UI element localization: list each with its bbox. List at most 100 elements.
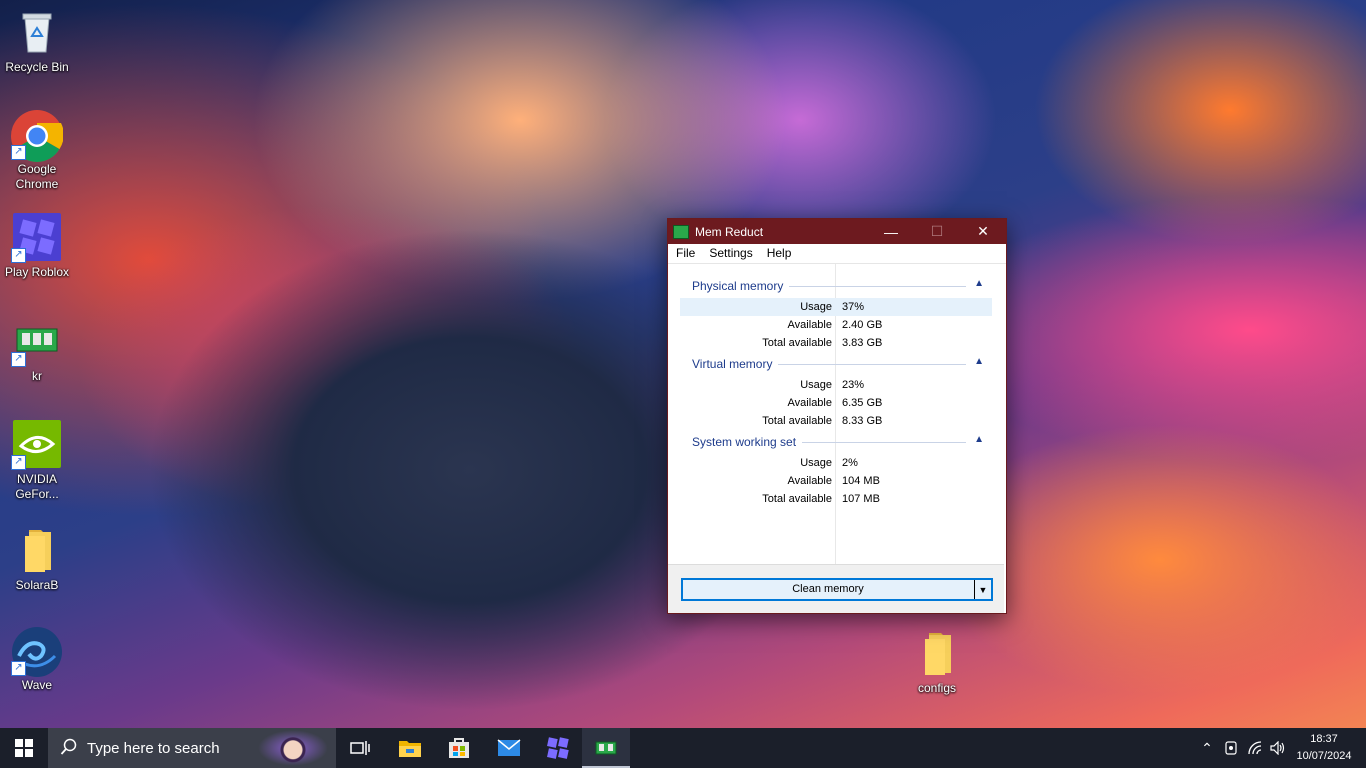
shortcut-arrow-icon: ↗ (11, 145, 26, 160)
folder-icon (913, 629, 961, 677)
row-key: Total available (762, 337, 832, 349)
roblox-icon: ↗ (11, 213, 61, 263)
group-header: System working set (692, 435, 803, 449)
menu-settings[interactable]: Settings (701, 244, 758, 263)
minimize-button[interactable]: — (868, 219, 914, 244)
desktop-icon-configs[interactable]: configs (902, 629, 972, 696)
clean-memory-button[interactable]: Clean memory ▼ (681, 578, 993, 601)
roblox-icon (547, 737, 569, 759)
row-value: 107 MB (842, 493, 880, 505)
shortcut-arrow-icon: ↗ (11, 455, 26, 470)
taskbar-mail[interactable] (485, 728, 533, 768)
menu-bar: File Settings Help (668, 244, 1006, 264)
recycle-bin-icon (13, 8, 61, 56)
desktop-icon-label: Play Roblox (4, 265, 70, 279)
shortcut-arrow-icon: ↗ (11, 661, 26, 676)
close-button[interactable]: ✕ (960, 219, 1006, 244)
list-row[interactable]: Usage 23% (680, 376, 992, 394)
desktop-icon-recycle-bin[interactable]: Recycle Bin (2, 8, 72, 75)
chevron-up-icon[interactable]: ▲ (974, 278, 984, 289)
window-footer: Clean memory ▼ (668, 564, 1004, 613)
group-physical-memory[interactable]: Physical memory ▲ (668, 277, 1004, 295)
nvidia-icon: ↗ (11, 420, 61, 470)
list-row[interactable]: Total available 3.83 GB (680, 334, 992, 352)
memory-chip-icon (673, 224, 689, 239)
row-value: 104 MB (842, 475, 880, 487)
mail-icon (497, 739, 521, 756)
desktop-icon-label: kr (32, 369, 42, 383)
row-key: Available (787, 397, 832, 409)
menu-file[interactable]: File (668, 244, 701, 263)
desktop-icon-wave[interactable]: ↗ Wave (2, 626, 72, 693)
chevron-up-icon[interactable]: ▲ (974, 434, 984, 445)
group-system-working-set[interactable]: System working set ▲ (668, 433, 1004, 451)
taskbar-roblox[interactable] (534, 728, 582, 768)
file-explorer-icon (399, 741, 421, 757)
chevron-up-icon[interactable]: ▲ (974, 356, 984, 367)
taskbar-mem-reduct[interactable] (582, 728, 630, 768)
task-view-icon (350, 741, 370, 755)
desktop-icon-label: Wave (21, 678, 53, 692)
desktop-icon-solarab[interactable]: SolaraB (2, 526, 72, 593)
row-value: 2.40 GB (842, 319, 883, 331)
memory-chip-icon (595, 741, 617, 755)
taskbar-clock[interactable]: 18:37 10/07/2024 (1294, 731, 1354, 765)
row-key: Available (787, 319, 832, 331)
title-bar[interactable]: Mem Reduct — ☐ ✕ (668, 219, 1006, 244)
chrome-icon: ↗ (11, 110, 64, 162)
desktop-icon-google-chrome[interactable]: ↗ Google Chrome (2, 110, 72, 192)
volume-button[interactable] (1268, 728, 1288, 768)
list-row[interactable]: Usage 37% (680, 298, 992, 316)
folder-icon (13, 526, 61, 574)
list-row[interactable]: Usage 2% (680, 454, 992, 472)
list-row[interactable]: Available 104 MB (680, 472, 992, 490)
shortcut-arrow-icon: ↗ (11, 352, 26, 367)
task-view-button[interactable] (336, 728, 384, 768)
group-header: Physical memory (692, 279, 790, 293)
row-key: Total available (762, 493, 832, 505)
show-hidden-icons-button[interactable]: ⌃ (1198, 728, 1216, 768)
row-key: Usage (800, 301, 832, 313)
chevron-up-icon: ⌃ (1201, 739, 1213, 756)
clean-memory-label: Clean memory (792, 583, 864, 595)
taskbar: Type here to search ⌃ 18:37 10/07/2024 (0, 728, 1366, 768)
window-title: Mem Reduct (695, 224, 764, 239)
taskbar-microsoft-store[interactable] (435, 728, 483, 768)
desktop-icon-label: configs (917, 681, 957, 695)
start-button[interactable] (0, 728, 48, 768)
search-highlight-image[interactable] (258, 730, 328, 766)
menu-help[interactable]: Help (759, 244, 798, 263)
chevron-down-icon[interactable]: ▼ (974, 580, 991, 599)
row-value: 37% (842, 301, 865, 313)
desktop-icon-play-roblox[interactable]: ↗ Play Roblox (2, 213, 72, 280)
row-key: Total available (762, 415, 832, 427)
taskbar-search[interactable]: Type here to search (48, 728, 336, 768)
clock-date: 10/07/2024 (1296, 750, 1352, 762)
group-virtual-memory[interactable]: Virtual memory ▲ (668, 355, 1004, 373)
row-key: Usage (800, 379, 832, 391)
desktop-icon-nvidia-geforce[interactable]: ↗ NVIDIA GeFor... (2, 420, 72, 502)
wave-icon: ↗ (11, 626, 62, 677)
list-row[interactable]: Total available 107 MB (680, 490, 992, 508)
row-value: 3.83 GB (842, 337, 883, 349)
row-value: 6.35 GB (842, 397, 883, 409)
row-key: Usage (800, 457, 832, 469)
list-row[interactable]: Total available 8.33 GB (680, 412, 992, 430)
desktop-icon-label: SolaraB (15, 578, 59, 592)
memory-chip-icon: ↗ (11, 317, 61, 367)
shortcut-arrow-icon: ↗ (11, 248, 26, 263)
network-button[interactable] (1246, 728, 1266, 768)
clock-time: 18:37 (1310, 733, 1338, 745)
taskbar-file-explorer[interactable] (386, 728, 434, 768)
maximize-button[interactable]: ☐ (914, 219, 960, 244)
memory-list: Physical memory ▲ Usage 37% Available 2.… (668, 264, 1004, 564)
list-row[interactable]: Available 2.40 GB (680, 316, 992, 334)
row-value: 2% (842, 457, 858, 469)
desktop-icon-label: NVIDIA GeFor... (15, 472, 59, 501)
list-row[interactable]: Available 6.35 GB (680, 394, 992, 412)
search-icon (60, 738, 78, 761)
row-key: Available (787, 475, 832, 487)
desktop-icon-kr[interactable]: ↗ kr (2, 317, 72, 384)
tray-device-icon[interactable] (1222, 728, 1240, 768)
meet-now-icon (1225, 741, 1237, 755)
